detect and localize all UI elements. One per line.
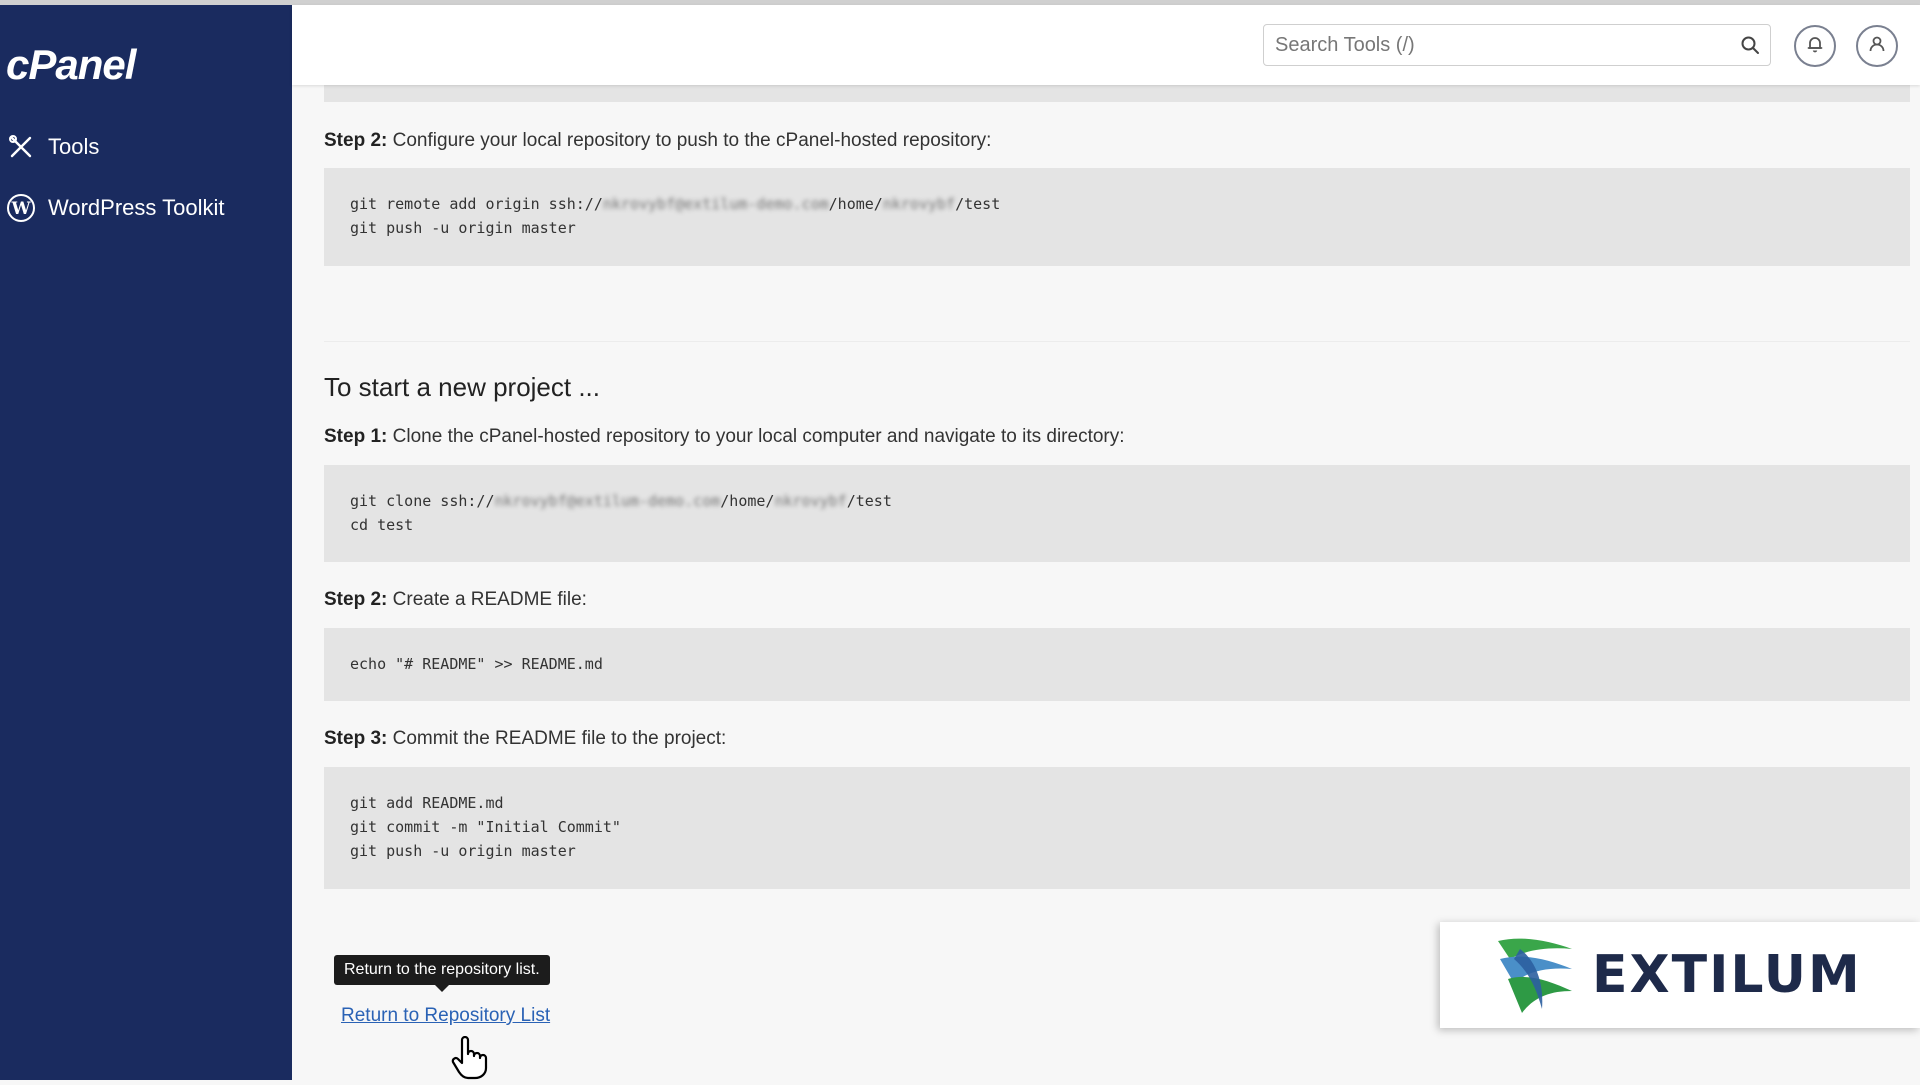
code-line: git push -u origin master (350, 219, 576, 237)
search-tools (1263, 24, 1771, 66)
user-menu-button[interactable] (1856, 25, 1898, 67)
extilum-brand-overlay: EXTILUM (1440, 922, 1920, 1028)
previous-code-block-bottom (324, 85, 1910, 102)
code-line: git clone ssh://nkrovybf@extilum-demo.co… (350, 492, 892, 510)
sidebar-item-wordpress-toolkit[interactable]: W WordPress Toolkit (0, 183, 292, 233)
step-label: Step 1: (324, 426, 388, 447)
hand-cursor-icon (450, 1035, 492, 1085)
top-header (292, 5, 1920, 85)
redacted-text: nkrovybf (882, 195, 956, 213)
search-input[interactable] (1264, 25, 1730, 65)
step-text: Commit the README file to the project: (392, 728, 727, 749)
step-text: Configure your local repository to push … (392, 130, 992, 151)
code-line: echo "# README" >> README.md (350, 655, 603, 673)
return-to-repository-list-link[interactable]: Return to Repository List (341, 1005, 550, 1027)
search-icon[interactable] (1730, 25, 1770, 65)
code-line: git add README.md (350, 794, 504, 812)
step-text: Create a README file: (392, 589, 587, 610)
code-block-clone[interactable]: git clone ssh://nkrovybf@extilum-demo.co… (324, 465, 1910, 562)
bell-icon (1805, 34, 1825, 59)
redacted-text: nkrovybf@extilum-demo.com (494, 492, 721, 510)
tools-icon (6, 132, 36, 162)
sidebar-item-label: WordPress Toolkit (48, 195, 225, 220)
redacted-text: nkrovybf@extilum-demo.com (602, 195, 829, 213)
new-step-3: Step 3: Commit the README file to the pr… (324, 728, 726, 750)
extilum-logo-icon (1492, 927, 1576, 1024)
step-label: Step 2: (324, 130, 388, 151)
sidebar: cPanel Tools W WordPress Toolkit (0, 5, 292, 1080)
existing-step-2: Step 2: Configure your local repository … (324, 130, 991, 152)
cpanel-logo[interactable]: cPanel (6, 41, 136, 89)
code-line: git push -u origin master (350, 842, 576, 860)
section-title: To start a new project ... (324, 372, 601, 402)
step-label: Step 2: (324, 589, 388, 610)
sidebar-item-label: Tools (48, 134, 100, 159)
code-block-remote[interactable]: git remote add origin ssh://nkrovybf@ext… (324, 168, 1910, 266)
code-line: git commit -m "Initial Commit" (350, 818, 621, 836)
user-icon (1867, 34, 1887, 59)
brand-name: EXTILUM (1592, 945, 1862, 1005)
new-step-1: Step 1: Clone the cPanel-hosted reposito… (324, 426, 1125, 448)
step-text: Clone the cPanel-hosted repository to yo… (392, 426, 1125, 447)
code-block-readme[interactable]: echo "# README" >> README.md (324, 628, 1910, 701)
wordpress-icon: W (6, 193, 36, 223)
divider (324, 341, 1910, 342)
code-line: cd test (350, 516, 414, 534)
notifications-button[interactable] (1794, 25, 1836, 67)
svg-text:W: W (10, 199, 31, 219)
new-step-2: Step 2: Create a README file: (324, 589, 587, 611)
code-line: git remote add origin ssh://nkrovybf@ext… (350, 195, 1001, 213)
tooltip: Return to the repository list. (334, 955, 550, 992)
redacted-text: nkrovybf (774, 492, 847, 510)
sidebar-item-tools[interactable]: Tools (0, 122, 292, 172)
code-block-commit[interactable]: git add README.md git commit -m "Initial… (324, 767, 1910, 889)
step-label: Step 3: (324, 728, 388, 749)
